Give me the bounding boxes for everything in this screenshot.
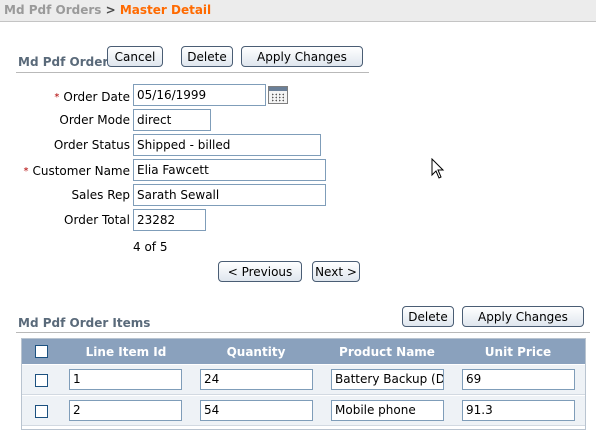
- order-status-field[interactable]: [133, 134, 321, 156]
- order-status-label: Order Status: [53, 138, 130, 152]
- product-name-field[interactable]: Mobile phone: [331, 400, 444, 421]
- customer-name-label: * Customer Name: [23, 164, 130, 178]
- sales-rep-label: Sales Rep: [71, 188, 130, 202]
- detail-region-title: Md Pdf Order Items: [18, 316, 151, 330]
- table-row: 1 24 Battery Backup (DA- 69: [22, 365, 585, 395]
- breadcrumb: Md Pdf Orders > Master Detail: [0, 0, 596, 22]
- required-marker: *: [23, 166, 29, 177]
- row-select-checkbox[interactable]: [35, 374, 48, 387]
- table-header: Line Item Id Quantity Product Name Unit …: [22, 339, 585, 364]
- mouse-pointer-icon: [431, 158, 445, 179]
- breadcrumb-current: Master Detail: [119, 3, 212, 17]
- order-date-label: * Order Date: [54, 90, 130, 104]
- master-region-title: Md Pdf Orders: [18, 55, 116, 69]
- order-items-table: Line Item Id Quantity Product Name Unit …: [21, 338, 586, 430]
- next-button[interactable]: Next >: [312, 261, 360, 282]
- breadcrumb-separator: >: [101, 3, 120, 17]
- product-name-field[interactable]: Battery Backup (DA-: [331, 369, 444, 390]
- previous-button[interactable]: < Previous: [218, 261, 302, 282]
- record-counter: 4 of 5: [133, 240, 168, 254]
- cancel-button[interactable]: Cancel: [107, 46, 163, 67]
- required-marker: *: [54, 92, 60, 103]
- unit-price-field[interactable]: 91.3: [462, 400, 575, 421]
- row-select-checkbox[interactable]: [35, 405, 48, 418]
- column-header-product-name[interactable]: Product Name: [327, 345, 447, 359]
- breadcrumb-parent-link[interactable]: Md Pdf Orders: [4, 3, 101, 17]
- unit-price-field[interactable]: 69: [462, 369, 575, 390]
- delete-order-button[interactable]: Delete: [181, 46, 233, 67]
- order-date-field[interactable]: [133, 84, 266, 106]
- apply-changes-order-button[interactable]: Apply Changes: [241, 46, 363, 67]
- order-mode-label: Order Mode: [59, 113, 130, 127]
- column-header-line-item-id[interactable]: Line Item Id: [72, 345, 180, 359]
- customer-name-field[interactable]: [133, 159, 326, 181]
- line-item-id-field[interactable]: 2: [69, 400, 182, 421]
- quantity-field[interactable]: 24: [200, 369, 313, 390]
- column-header-quantity[interactable]: Quantity: [200, 345, 312, 359]
- select-all-checkbox[interactable]: [35, 345, 48, 358]
- apply-changes-items-button[interactable]: Apply Changes: [462, 306, 584, 327]
- quantity-field[interactable]: 54: [200, 400, 313, 421]
- sales-rep-field[interactable]: [133, 184, 326, 206]
- master-region-divider: [16, 72, 369, 73]
- order-total-label: Order Total: [64, 213, 130, 227]
- calendar-icon[interactable]: [268, 86, 288, 104]
- delete-items-button[interactable]: Delete: [402, 306, 454, 327]
- table-row: 2 54 Mobile phone 91.3: [22, 396, 585, 426]
- order-mode-field[interactable]: [133, 109, 211, 131]
- column-header-unit-price[interactable]: Unit Price: [462, 345, 574, 359]
- order-total-field[interactable]: [133, 209, 206, 231]
- line-item-id-field[interactable]: 1: [69, 369, 182, 390]
- detail-region-divider: [16, 332, 590, 333]
